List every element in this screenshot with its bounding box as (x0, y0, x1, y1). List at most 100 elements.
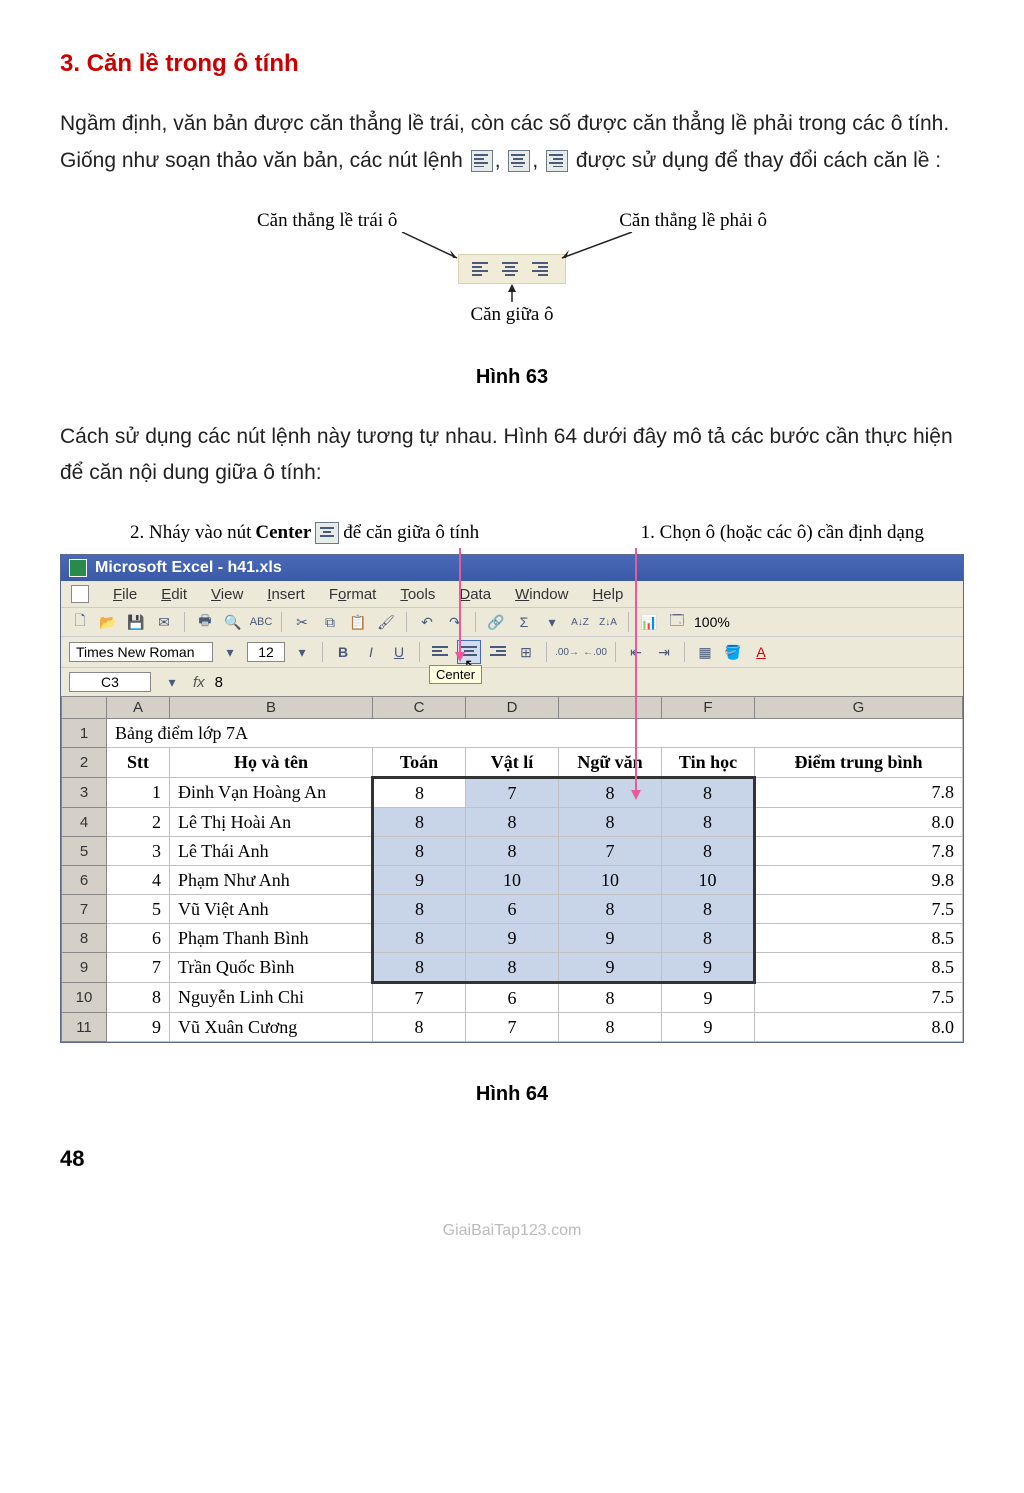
cell[interactable]: 4 (107, 866, 170, 895)
bold-icon[interactable]: B (332, 641, 354, 663)
cell[interactable]: 8 (559, 808, 662, 837)
cell[interactable]: Trần Quốc Bình (170, 953, 373, 983)
cell[interactable]: 8 (662, 778, 755, 808)
drawing-icon[interactable]: 🗔 (666, 611, 688, 633)
cell[interactable]: 8.5 (755, 924, 963, 953)
col-header[interactable]: D (466, 697, 559, 719)
col-header[interactable]: F (662, 697, 755, 719)
font-selector[interactable]: Times New Roman (69, 642, 213, 662)
cut-icon[interactable]: ✂ (291, 611, 313, 633)
cell[interactable]: Vũ Xuân Cương (170, 1013, 373, 1042)
menu-view[interactable]: View (211, 586, 243, 603)
row-header[interactable]: 5 (62, 837, 107, 866)
cell[interactable]: Vũ Việt Anh (170, 895, 373, 924)
align-right-icon[interactable] (487, 641, 509, 663)
cell[interactable]: Toán (373, 748, 466, 778)
copy-icon[interactable]: ⧉ (319, 611, 341, 633)
name-box[interactable]: C3 (69, 672, 151, 692)
menu-help[interactable]: Help (592, 586, 623, 603)
open-icon[interactable]: 📂 (97, 611, 119, 633)
cell[interactable]: 9 (107, 1013, 170, 1042)
cell[interactable]: Vật lí (466, 748, 559, 778)
spellcheck-icon[interactable]: ABC (250, 611, 272, 633)
spreadsheet[interactable]: A B C D F G 1 Bảng điểm lớp 7A 2 Stt Họ … (61, 696, 963, 1042)
col-header[interactable]: A (107, 697, 170, 719)
row-header[interactable]: 8 (62, 924, 107, 953)
cell[interactable]: 7.5 (755, 895, 963, 924)
col-header[interactable] (559, 697, 662, 719)
cell[interactable]: 10 (662, 866, 755, 895)
row-header[interactable]: 6 (62, 866, 107, 895)
align-left-icon[interactable] (429, 641, 451, 663)
dropdown-icon[interactable]: ▾ (541, 611, 563, 633)
menu-edit[interactable]: Edit (161, 586, 187, 603)
formula-value[interactable]: 8 (215, 674, 223, 691)
row-header[interactable]: 7 (62, 895, 107, 924)
sort-desc-icon[interactable]: Z↓A (597, 611, 619, 633)
cell[interactable]: Nguyễn Linh Chi (170, 983, 373, 1013)
cell[interactable]: Lê Thị Hoài An (170, 808, 373, 837)
cell[interactable]: Phạm Như Anh (170, 866, 373, 895)
italic-icon[interactable]: I (360, 641, 382, 663)
cell[interactable]: 8 (662, 808, 755, 837)
paste-icon[interactable]: 📋 (347, 611, 369, 633)
new-icon[interactable]: 🗋 (69, 611, 91, 633)
cell[interactable]: 8 (373, 924, 466, 953)
dropdown-icon[interactable]: ▾ (219, 641, 241, 663)
hyperlink-icon[interactable]: 🔗 (485, 611, 507, 633)
menu-tools[interactable]: Tools (400, 586, 435, 603)
dropdown-icon[interactable]: ▾ (161, 671, 183, 693)
borders-icon[interactable]: ▦ (694, 641, 716, 663)
fontsize-selector[interactable]: 12 (247, 642, 285, 662)
cell[interactable]: Bảng điểm lớp 7A (107, 719, 963, 748)
cell[interactable]: 9.8 (755, 866, 963, 895)
preview-icon[interactable]: 🔍 (222, 611, 244, 633)
cell[interactable]: 7 (559, 837, 662, 866)
cell[interactable]: 8 (107, 983, 170, 1013)
row-header[interactable]: 1 (62, 719, 107, 748)
cell[interactable]: 7 (373, 983, 466, 1013)
cell[interactable]: 8 (373, 895, 466, 924)
decrease-decimal-icon[interactable]: ←.00 (584, 641, 606, 663)
decrease-indent-icon[interactable]: ⇤ (625, 641, 647, 663)
cell[interactable]: 8 (373, 837, 466, 866)
fill-color-icon[interactable]: 🪣 (722, 641, 744, 663)
menu-file[interactable]: File (113, 586, 137, 603)
cell[interactable]: 9 (662, 953, 755, 983)
cell[interactable]: 8.5 (755, 953, 963, 983)
redo-icon[interactable]: ↷ (444, 611, 466, 633)
row-header[interactable]: 2 (62, 748, 107, 778)
cell[interactable]: 8 (559, 983, 662, 1013)
format-painter-icon[interactable]: 🖌 (375, 611, 397, 633)
sort-asc-icon[interactable]: A↓Z (569, 611, 591, 633)
cell[interactable]: 5 (107, 895, 170, 924)
cell[interactable]: 9 (662, 983, 755, 1013)
cell[interactable]: 7.5 (755, 983, 963, 1013)
cell[interactable]: 8 (466, 837, 559, 866)
chart-icon[interactable]: 📊 (638, 611, 660, 633)
row-header[interactable]: 9 (62, 953, 107, 983)
print-icon[interactable]: 🖶 (194, 611, 216, 633)
cell[interactable]: 8 (466, 953, 559, 983)
row-header[interactable]: 3 (62, 778, 107, 808)
font-color-icon[interactable]: A (750, 641, 772, 663)
cell[interactable]: Phạm Thanh Bình (170, 924, 373, 953)
cell[interactable]: 2 (107, 808, 170, 837)
cell[interactable]: 10 (466, 866, 559, 895)
cell[interactable]: 8 (559, 778, 662, 808)
cell[interactable]: 9 (466, 924, 559, 953)
menu-format[interactable]: Format (329, 586, 377, 603)
cell[interactable]: 8 (373, 953, 466, 983)
mail-icon[interactable]: ✉ (153, 611, 175, 633)
align-center-icon[interactable]: ↖ (457, 640, 481, 664)
merge-center-icon[interactable]: ⊞ (515, 641, 537, 663)
cell[interactable]: 6 (466, 895, 559, 924)
cell[interactable]: 6 (107, 924, 170, 953)
cell[interactable]: Ngữ văn (559, 748, 662, 778)
menu-insert[interactable]: Insert (267, 586, 305, 603)
menu-window[interactable]: Window (515, 586, 568, 603)
cell[interactable]: 9 (559, 924, 662, 953)
cell[interactable]: Điểm trung bình (755, 748, 963, 778)
cell[interactable]: 9 (662, 1013, 755, 1042)
cell[interactable]: Họ và tên (170, 748, 373, 778)
